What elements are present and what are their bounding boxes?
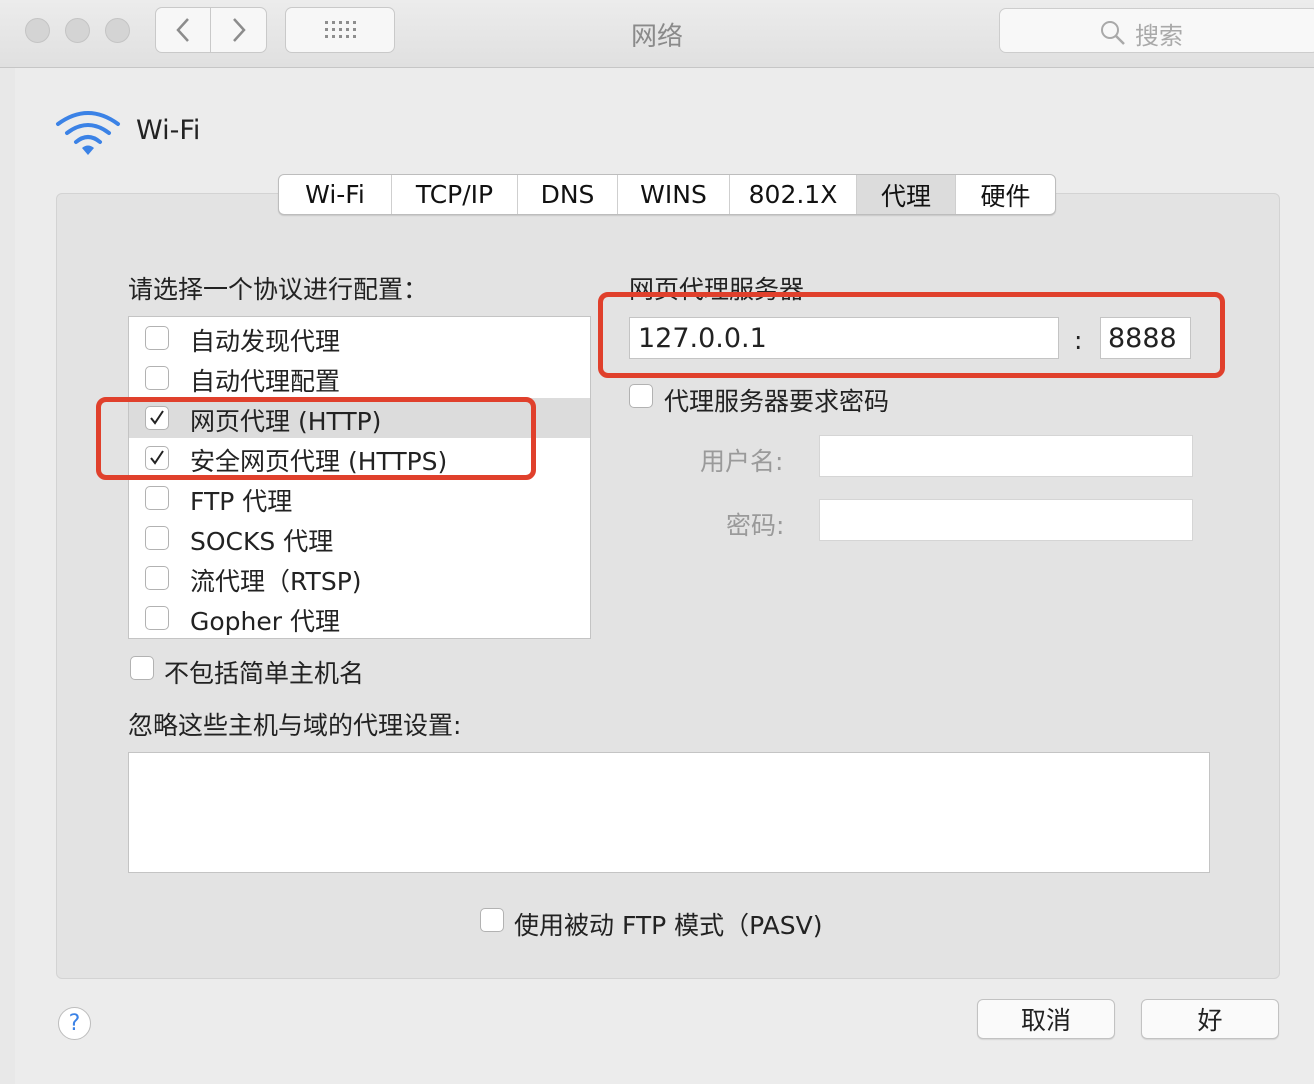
ok-button[interactable]: 好 [1141,999,1279,1039]
list-item[interactable]: 自动发现代理 [129,318,590,358]
tab-wifi[interactable]: Wi-Fi [279,175,392,214]
checkbox[interactable] [145,526,169,550]
username-field[interactable] [819,435,1193,477]
protocol-label: Gopher 代理 [190,607,340,636]
list-item[interactable]: 自动代理配置 [129,358,590,398]
tab-dns[interactable]: DNS [518,175,618,214]
tab-wins[interactable]: WINS [618,175,730,214]
highlight-box [96,397,536,480]
protocol-label: 自动代理配置 [190,367,341,396]
list-item[interactable]: SOCKS 代理 [129,518,590,558]
protocol-list-heading: 请选择一个协议进行配置： [128,275,429,304]
cancel-button[interactable]: 取消 [977,999,1115,1039]
protocol-label: FTP 代理 [190,487,293,516]
help-button[interactable]: ? [58,1007,91,1040]
checkbox[interactable] [145,366,169,390]
protocol-label: 自动发现代理 [190,327,341,356]
protocol-label: SOCKS 代理 [190,527,334,556]
checkbox[interactable] [145,606,169,630]
highlight-box [598,292,1225,378]
tab-tcpip[interactable]: TCP/IP [392,175,518,214]
password-field[interactable] [819,499,1193,541]
list-item[interactable]: 流代理（RTSP) [129,558,590,598]
exclude-simple-hostnames-checkbox[interactable] [130,656,154,680]
pasv-label: 使用被动 FTP 模式（PASV) [514,911,823,940]
tab-bar: Wi-Fi TCP/IP DNS WINS 802.1X 代理 硬件 [278,174,1056,215]
tab-hardware[interactable]: 硬件 [956,175,1055,214]
service-name: Wi-Fi [136,115,201,146]
requires-password-checkbox[interactable] [629,384,653,408]
bypass-textarea[interactable] [128,752,1210,873]
username-label: 用户名: [700,447,784,476]
search-field[interactable]: 搜索 [999,8,1314,53]
pasv-checkbox[interactable] [480,908,504,932]
requires-password-label: 代理服务器要求密码 [664,387,890,416]
search-placeholder: 搜索 [1135,22,1183,50]
checkbox[interactable] [145,486,169,510]
list-item[interactable]: Gopher 代理 [129,598,590,638]
checkbox[interactable] [145,326,169,350]
title-bar: 网络 搜索 [0,0,1314,68]
exclude-simple-hostnames-label: 不包括简单主机名 [164,659,365,688]
list-item[interactable]: FTP 代理 [129,478,590,518]
wifi-icon [56,111,120,155]
bypass-heading: 忽略这些主机与域的代理设置: [128,711,462,740]
tab-proxies[interactable]: 代理 [857,175,956,214]
tab-8021x[interactable]: 802.1X [730,175,857,214]
protocol-label: 流代理（RTSP) [190,567,362,596]
checkbox[interactable] [145,566,169,590]
password-label: 密码: [726,511,785,540]
search-icon [1101,21,1125,45]
